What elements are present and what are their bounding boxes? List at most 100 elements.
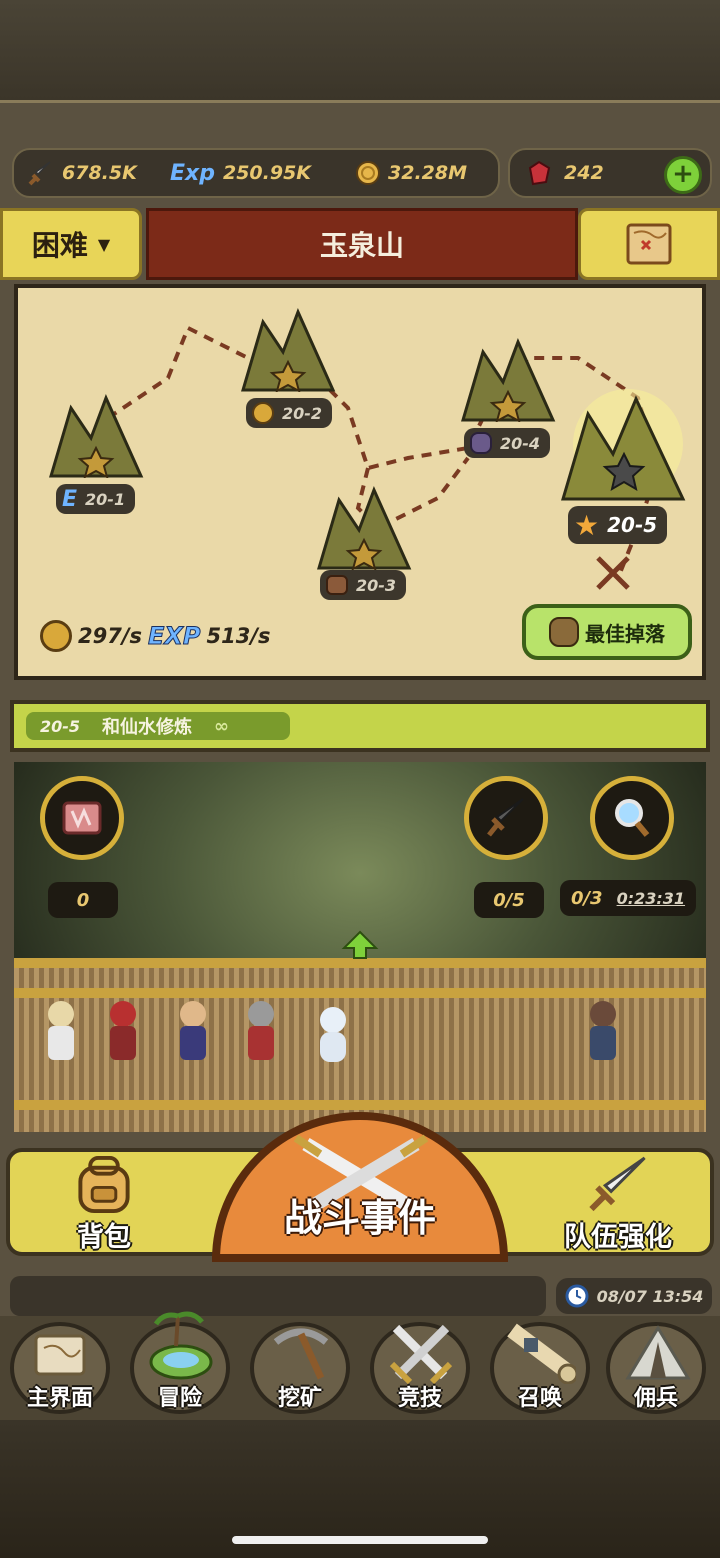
stage-id: 20-3 xyxy=(356,575,397,595)
gold-coin-icon xyxy=(356,161,380,185)
nav-main[interactable]: 主界面 xyxy=(4,1320,116,1418)
exp-resource: Exp 250.95K xyxy=(170,150,311,196)
attack-value: 678.5K xyxy=(62,162,137,184)
e-rank-icon: E xyxy=(62,486,78,512)
mountain-icon xyxy=(460,338,556,422)
fence-rail xyxy=(14,1100,706,1110)
top-background xyxy=(0,0,720,100)
nav-main-label: 主界面 xyxy=(26,1386,93,1411)
loot-bag-icon xyxy=(549,617,579,647)
gold-rate: 297/s xyxy=(78,624,143,648)
scroll-button[interactable] xyxy=(40,776,124,860)
summon-scroll-icon xyxy=(507,1323,576,1384)
quest-progress: 20-5 和仙水修炼 ∞ xyxy=(26,712,290,740)
treasure-map-icon xyxy=(626,223,672,265)
bag-icon xyxy=(470,432,492,454)
search-count: 0/3 xyxy=(570,887,603,909)
clock-text: 08/07 13:54 xyxy=(596,1286,704,1306)
exp-badge: EXP xyxy=(148,622,201,651)
nav-arena[interactable]: 竞技 xyxy=(364,1320,476,1418)
nav-summon-label: 召唤 xyxy=(517,1386,562,1411)
pickaxe-icon xyxy=(273,1328,329,1380)
stage-20-3[interactable]: 20-3 xyxy=(320,570,407,600)
sword-count: 0/5 xyxy=(474,882,544,918)
hero-sprite xyxy=(248,1001,274,1060)
nav-summon[interactable]: 召唤 xyxy=(484,1320,596,1418)
nav-mercenary[interactable]: 佣兵 xyxy=(600,1320,712,1418)
gem-value: 242 xyxy=(564,162,604,184)
team-upgrade-button[interactable]: 队伍强化 xyxy=(548,1154,688,1254)
gold-resource: 32.28M xyxy=(350,150,467,196)
bag-label: 背包 xyxy=(77,1222,131,1253)
nav-mining[interactable]: 挖矿 xyxy=(244,1320,356,1418)
quest-name: 和仙水修炼 xyxy=(102,717,193,738)
sword-icon xyxy=(589,1156,646,1212)
exp-rate: 513/s xyxy=(206,624,271,648)
bottom-nav: 主界面 冒险 挖矿 竞技 召唤 佣兵 xyxy=(0,1311,720,1422)
attack-resource: 678.5K xyxy=(26,150,137,196)
exp-value: 250.95K xyxy=(222,162,312,184)
hero-sprite xyxy=(48,1001,74,1060)
gold-value: 32.28M xyxy=(388,162,468,184)
stage-id: 20-1 xyxy=(85,489,126,509)
stage-map: E 20-1 20-2 20-3 20-4 ★ 20-5 297/s EXP 5… xyxy=(14,284,706,680)
battle-event-label: 战斗事件 xyxy=(283,1196,436,1240)
coin-icon xyxy=(40,620,72,652)
bag-button[interactable]: 背包 xyxy=(44,1154,164,1254)
message-bar xyxy=(10,1276,546,1316)
tent-icon xyxy=(625,1325,691,1380)
nav-adventure-label: 冒险 xyxy=(157,1386,202,1411)
stage-20-2[interactable]: 20-2 xyxy=(246,398,333,428)
stage-id: 20-5 xyxy=(607,513,658,537)
hero-sprite xyxy=(180,1001,206,1060)
enemy-sprite xyxy=(590,1001,616,1060)
stage-20-1[interactable]: E 20-1 xyxy=(56,484,136,514)
scroll-map-icon xyxy=(34,1334,86,1376)
mountain-icon xyxy=(560,389,686,501)
search-timer: 0:23:31 xyxy=(616,888,686,908)
fence-rail xyxy=(14,988,706,998)
add-gems-button[interactable]: + xyxy=(664,156,702,194)
infinity-icon: ∞ xyxy=(214,715,230,737)
sword-event-button[interactable] xyxy=(464,776,548,860)
difficulty-dropdown[interactable]: 困难 ▼ xyxy=(0,208,142,280)
chevron-down-icon: ▼ xyxy=(97,234,111,254)
zone-title: 玉泉山 xyxy=(146,208,578,280)
best-drop-button[interactable]: 最佳掉落 xyxy=(522,604,692,660)
pet-sprite xyxy=(320,1007,346,1062)
stage-id: 20-4 xyxy=(500,433,541,453)
difficulty-label: 困难 xyxy=(31,229,88,262)
hero-sprite xyxy=(110,1001,136,1060)
nav-adventure[interactable]: 冒险 xyxy=(124,1311,236,1418)
quest-stage: 20-5 xyxy=(40,716,81,736)
clock-icon xyxy=(565,1284,589,1308)
crossed-swords-icon xyxy=(389,1324,453,1384)
search-button[interactable] xyxy=(590,776,674,860)
scroll-count: 0 xyxy=(48,882,118,918)
map-button[interactable] xyxy=(578,208,720,280)
coin-icon xyxy=(252,402,274,424)
backpack-icon xyxy=(78,1155,130,1214)
income-rates: 297/s EXP 513/s xyxy=(40,620,271,652)
battle-scene: 0 0/5 0/3 0:23:31 xyxy=(14,762,706,1132)
gem-resource: 242 xyxy=(524,150,604,196)
best-drop-label: 最佳掉落 xyxy=(585,621,665,646)
stage-20-4[interactable]: 20-4 xyxy=(464,428,551,458)
stage-id: 20-2 xyxy=(282,403,323,423)
sword-icon xyxy=(28,161,51,186)
nav-arena-label: 竞技 xyxy=(397,1386,442,1411)
clock-display: 08/07 13:54 xyxy=(556,1278,712,1314)
gem-icon xyxy=(528,160,551,186)
stage-20-5[interactable]: ★ 20-5 xyxy=(568,506,668,544)
island-icon xyxy=(149,1311,213,1380)
sword-icon xyxy=(487,798,524,837)
upgrade-arrow-icon xyxy=(340,930,380,960)
mountain-icon xyxy=(48,394,144,478)
exp-icon: Exp xyxy=(170,160,215,186)
star-icon: ★ xyxy=(574,508,600,542)
home-indicator[interactable] xyxy=(232,1536,488,1544)
nav-mercenary-label: 佣兵 xyxy=(633,1386,678,1411)
search-icon xyxy=(615,799,650,837)
search-status: 0/3 0:23:31 xyxy=(560,880,696,916)
mountain-icon xyxy=(316,486,412,570)
